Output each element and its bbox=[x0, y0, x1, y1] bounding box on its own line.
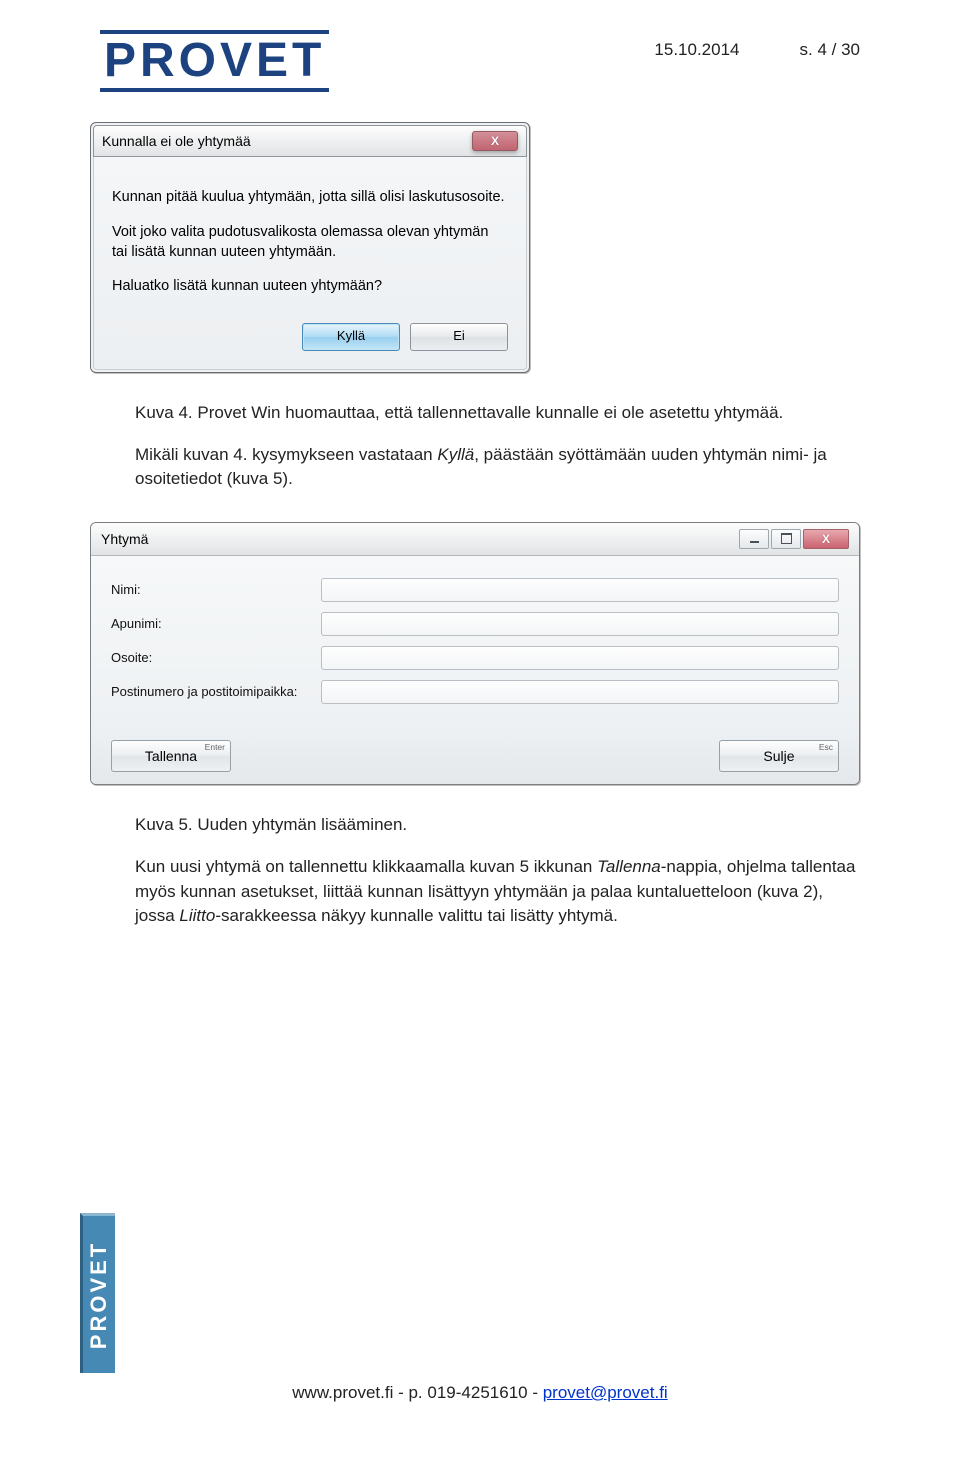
row-apunimi: Apunimi: bbox=[111, 612, 839, 636]
footer-sep2: - bbox=[528, 1383, 543, 1402]
minimize-button[interactable] bbox=[739, 529, 769, 549]
caption-kuva5: Kuva 5. Uuden yhtymän lisääminen. bbox=[135, 815, 860, 835]
caption-kuva4: Kuva 4. Provet Win huomauttaa, että tall… bbox=[135, 403, 860, 423]
dialog-no-yhtyma: Kunnalla ei ole yhtymää X Kunnan pitää k… bbox=[90, 122, 530, 372]
text-italic-kylla: Kyllä bbox=[437, 445, 474, 464]
dialog1-no-button[interactable]: Ei bbox=[410, 323, 508, 351]
close-button[interactable]: Esc Sulje bbox=[719, 740, 839, 772]
input-posti[interactable] bbox=[321, 680, 839, 704]
paragraph-2: Kun uusi yhtymä on tallennettu klikkaama… bbox=[135, 855, 860, 929]
provet-logo: PROVET bbox=[100, 30, 329, 92]
paragraph-1: Mikäli kuvan 4. kysymykseen vastataan Ky… bbox=[135, 443, 860, 492]
dialog1-line1: Kunnan pitää kuulua yhtymään, jotta sill… bbox=[112, 187, 508, 207]
label-apunimi: Apunimi: bbox=[111, 616, 321, 631]
dialog1-line2: Voit joko valita pudotusvalikosta olemas… bbox=[112, 222, 508, 263]
dialog-yhtyma: Yhtymä X Nimi: Apunimi: Osoite: bbox=[90, 522, 860, 785]
dialog1-title: Kunnalla ei ole yhtymää bbox=[102, 133, 251, 149]
input-apunimi[interactable] bbox=[321, 612, 839, 636]
dialog2-titlebar: Yhtymä X bbox=[91, 523, 859, 556]
label-osoite: Osoite: bbox=[111, 650, 321, 665]
label-posti: Postinumero ja postitoimipaikka: bbox=[111, 684, 321, 699]
header-date: 15.10.2014 bbox=[654, 40, 739, 60]
text: tai lisätä kunnan uuteen yhtymään. bbox=[112, 244, 336, 260]
dialog1-close-button[interactable]: X bbox=[472, 131, 518, 151]
side-logo-text: PROVET bbox=[86, 1240, 112, 1348]
dialog2-form: Nimi: Apunimi: Osoite: Postinumero ja po… bbox=[91, 556, 859, 724]
maximize-button[interactable] bbox=[771, 529, 801, 549]
hint-enter: Enter bbox=[205, 742, 225, 752]
header-page: s. 4 / 30 bbox=[800, 40, 860, 60]
save-button-label: Tallenna bbox=[145, 748, 197, 764]
dialog2-close-button[interactable]: X bbox=[803, 529, 849, 549]
text: -sarakkeessa näkyy kunnalle valittu tai … bbox=[215, 906, 618, 925]
footer-email[interactable]: provet@provet.fi bbox=[543, 1383, 668, 1402]
input-osoite[interactable] bbox=[321, 646, 839, 670]
side-logo: PROVET bbox=[80, 1213, 115, 1373]
window-controls: X bbox=[739, 529, 849, 549]
row-posti: Postinumero ja postitoimipaikka: bbox=[111, 680, 839, 704]
close-button-label: Sulje bbox=[763, 748, 794, 764]
text-italic-tallenna: Tallenna bbox=[597, 857, 661, 876]
label-nimi: Nimi: bbox=[111, 582, 321, 597]
close-icon: X bbox=[491, 134, 499, 148]
text-italic-liitto: Liitto bbox=[179, 906, 215, 925]
save-button[interactable]: Enter Tallenna bbox=[111, 740, 231, 772]
text: Voit joko valita pudotusvalikosta olemas… bbox=[112, 224, 488, 240]
dialog1-line3: Haluatko lisätä kunnan uuteen yhtymään? bbox=[112, 276, 508, 296]
input-nimi[interactable] bbox=[321, 578, 839, 602]
text: Mikäli kuvan 4. kysymykseen vastataan bbox=[135, 445, 437, 464]
dialog1-body: Kunnan pitää kuulua yhtymään, jotta sill… bbox=[93, 157, 527, 369]
footer: www.provet.fi - p. 019-4251610 - provet@… bbox=[0, 1383, 960, 1403]
row-osoite: Osoite: bbox=[111, 646, 839, 670]
dialog1-titlebar: Kunnalla ei ole yhtymää X bbox=[93, 125, 527, 157]
row-nimi: Nimi: bbox=[111, 578, 839, 602]
dialog2-button-row: Enter Tallenna Esc Sulje bbox=[91, 724, 859, 784]
dialog1-yes-button[interactable]: Kyllä bbox=[302, 323, 400, 351]
footer-phone: 019-4251610 bbox=[427, 1383, 527, 1402]
text: Kun uusi yhtymä on tallennettu klikkaama… bbox=[135, 857, 597, 876]
dialog1-button-row: Kyllä Ei bbox=[112, 311, 508, 351]
close-icon: X bbox=[822, 532, 830, 546]
footer-sep1: - p. bbox=[393, 1383, 427, 1402]
footer-website: www.provet.fi bbox=[292, 1383, 393, 1402]
hint-esc: Esc bbox=[819, 742, 833, 752]
document-header: PROVET 15.10.2014 s. 4 / 30 bbox=[100, 30, 860, 92]
dialog2-title: Yhtymä bbox=[101, 531, 148, 547]
header-meta: 15.10.2014 s. 4 / 30 bbox=[654, 40, 860, 60]
